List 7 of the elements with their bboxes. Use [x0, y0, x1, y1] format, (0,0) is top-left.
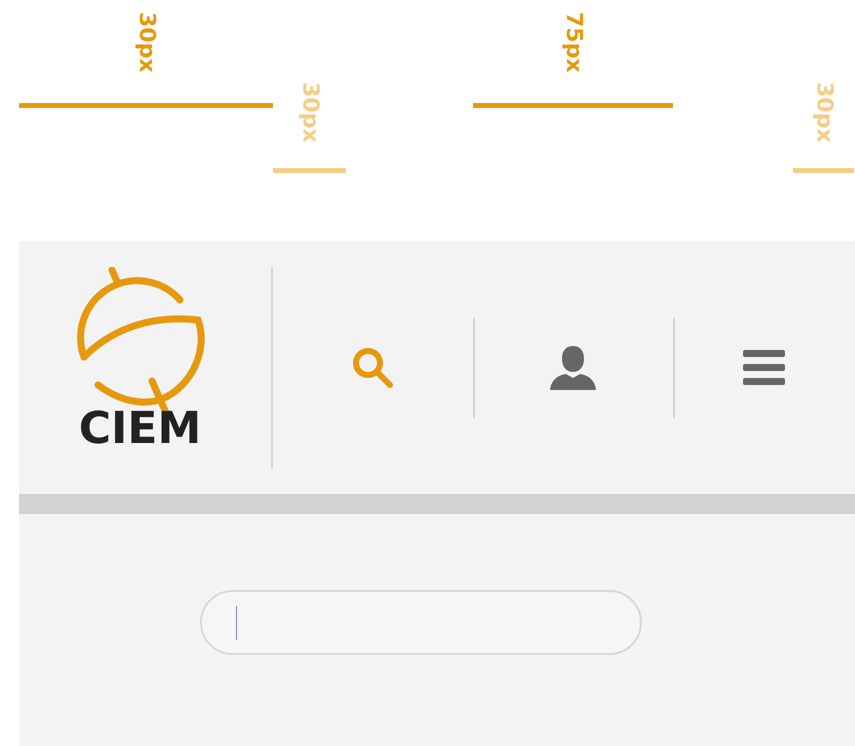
logo-text: CIEM	[78, 407, 202, 451]
measurement-label: 30px	[298, 82, 320, 143]
measurement-label: 30px	[135, 12, 157, 73]
measurement-label: 75px	[562, 12, 584, 73]
menu-icon[interactable]	[742, 350, 784, 386]
measurement-label: 30px	[812, 82, 834, 143]
user-icon[interactable]	[550, 346, 596, 390]
